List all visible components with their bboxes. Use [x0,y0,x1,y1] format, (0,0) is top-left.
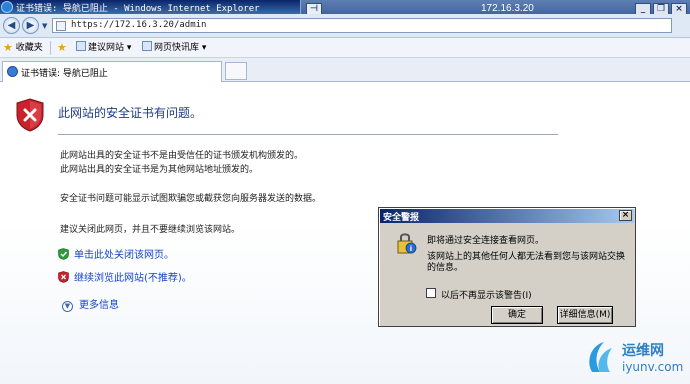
web-slices-button[interactable]: 网页快讯库 ▾ [142,41,206,55]
address-row: ◀ ▶ ▼ https://172.16.3.20/admin [0,14,690,38]
cert-issue-line-2: 此网站出具的安全证书是为其他网站地址颁发的。 [60,165,259,175]
favorites-label: 收藏夹 [15,43,43,53]
suggested-sites-label: 建议网站 [88,43,125,53]
chevron-down-icon: ▼ [62,301,73,312]
cert-issue-line-1: 此网站出具的安全证书不是由受信任的证书颁发机构颁发的。 [60,151,304,161]
url-text[interactable]: https://172.16.3.20/admin [71,20,206,30]
tab-bar: 证书错误: 导航已阻止 [0,58,690,82]
ie-page-icon [7,66,18,77]
new-tab-button[interactable] [225,62,247,80]
favorites-bar: ★ 收藏夹 ★ 建议网站 ▾ 网页快讯库 ▾ [0,38,690,58]
dialog-message-1: 即将通过安全连接查看网页。 [427,236,545,246]
tab-certificate-error[interactable]: 证书错误: 导航已阻止 [2,61,222,82]
watermark-text-cn: 运维网 [622,343,664,359]
tab-label: 证书错误: 导航已阻止 [21,69,108,79]
cert-warning-text: 安全证书问题可能显示试图欺骗您或截获您向服务器发送的数据。 [60,194,322,204]
web-slice-icon [142,41,152,51]
dont-show-again-checkbox[interactable] [426,288,436,298]
close-page-link[interactable]: 单击此处关闭该网页。 [58,246,174,261]
continue-site-link-label[interactable]: 继续浏览此网站(不推荐)。 [74,273,192,284]
rdp-host-label: 172.16.3.20 [481,3,534,14]
red-shield-x-icon [58,271,69,283]
security-alert-dialog: 安全警报 × i 即将通过安全连接查看网页。 该网站上的其他任何人都无法看到您与… [378,207,636,327]
dialog-title: 安全警报 [383,213,420,223]
star-icon: ★ [3,41,13,54]
web-slices-label: 网页快讯库 [154,43,200,53]
dont-show-again-label[interactable]: 以后不再显示该警告(I) [441,288,532,301]
dialog-message-2: 该网站上的其他任何人都无法看到您与该网站交换的信息。 [427,252,626,273]
page-icon [56,21,66,31]
divider [58,134,558,135]
page-title: 此网站的安全证书有问题。 [58,106,203,120]
window-title: 证书错误: 导航已阻止 - Windows Internet Explorer [16,4,260,14]
close-page-link-label[interactable]: 单击此处关闭该网页。 [74,250,174,261]
dialog-titlebar: 安全警报 × [380,209,634,223]
green-shield-check-icon [58,248,69,260]
address-bar[interactable]: https://172.16.3.20/admin [52,18,672,33]
recent-pages-dropdown-icon[interactable]: ▼ [42,22,47,30]
details-button[interactable]: 详细信息(M) [557,306,613,324]
watermark-logo-icon [589,342,612,372]
add-favorite-button[interactable]: ★ [57,41,67,55]
toolbar-separator [50,41,51,55]
shield-error-icon [16,98,44,132]
forward-button[interactable]: ▶ [22,17,39,34]
site-watermark: 运维网 iyunv.com [586,334,686,382]
watermark-text-domain: iyunv.com [622,360,684,374]
favorites-button[interactable]: ★ 收藏夹 [3,41,43,55]
suggested-sites-button[interactable]: 建议网站 ▾ [76,41,131,55]
add-star-icon: ★ [57,41,67,54]
ie-icon [1,1,13,13]
ok-button[interactable]: 确定 [491,306,543,324]
continue-site-link[interactable]: 继续浏览此网站(不推荐)。 [58,269,192,284]
more-info-label[interactable]: 更多信息 [79,300,119,311]
svg-text:i: i [410,245,412,253]
recommendation-text: 建议关闭此网页，并且不要继续浏览该网站。 [60,225,241,235]
lock-warning-icon: i [397,233,417,254]
suggested-sites-icon [76,41,86,51]
more-info-toggle[interactable]: ▼ 更多信息 [62,296,119,312]
back-button[interactable]: ◀ [3,17,20,34]
dialog-close-button[interactable]: × [619,210,632,221]
